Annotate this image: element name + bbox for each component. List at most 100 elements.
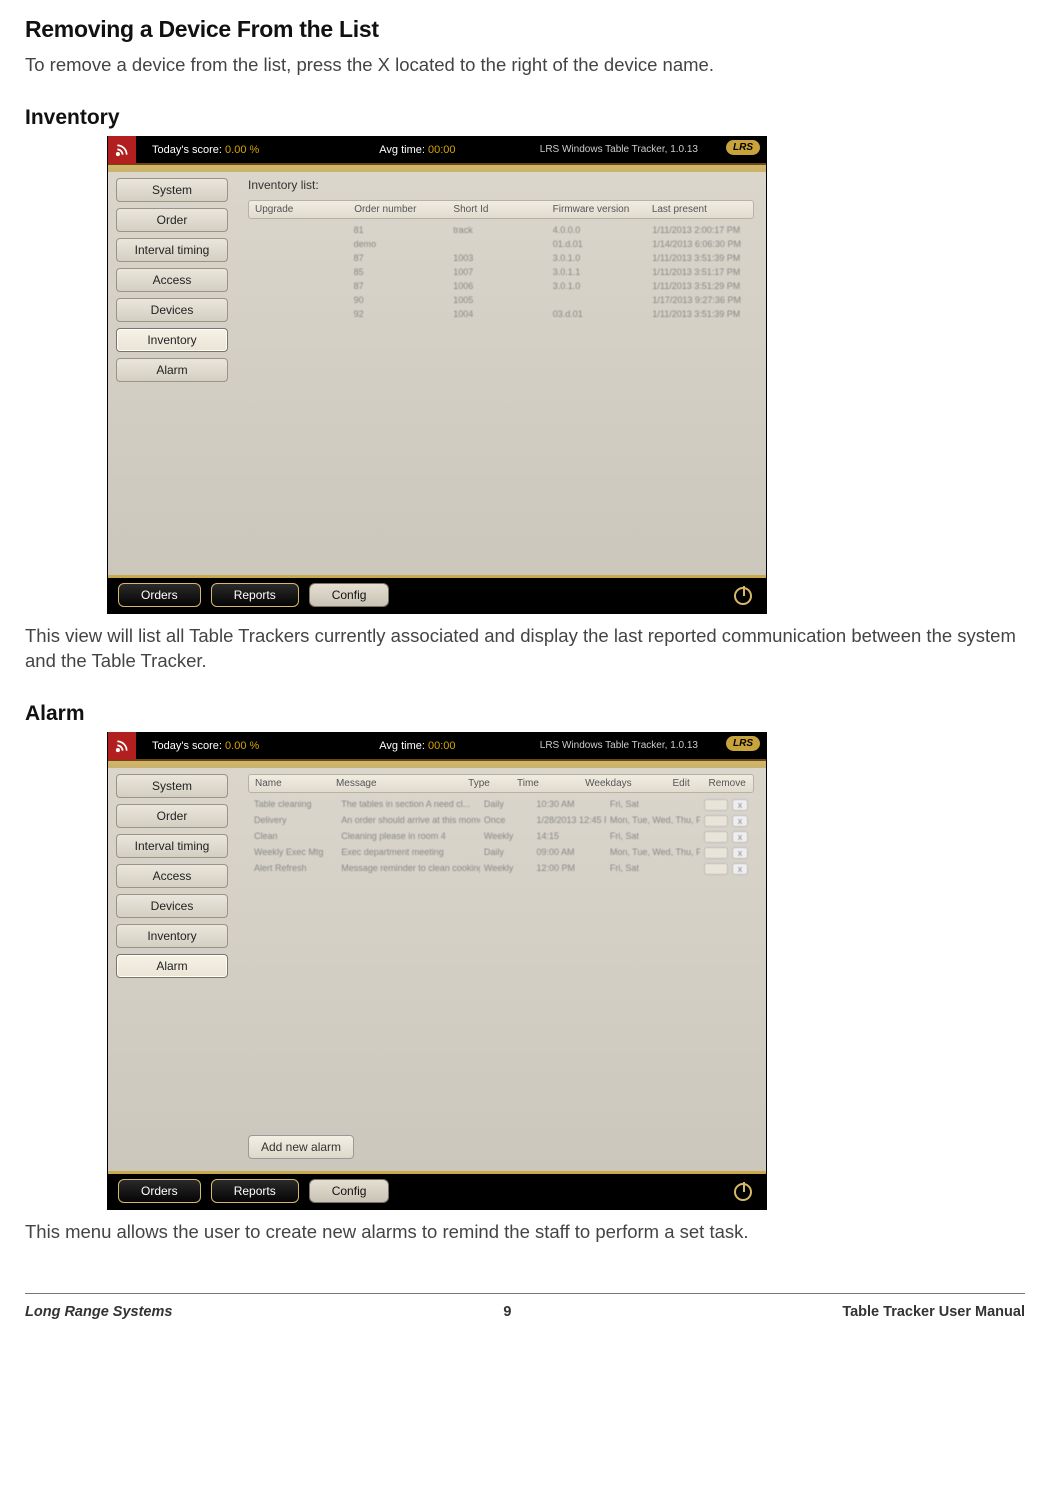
col-time: Time [517,778,581,789]
paragraph-alarm-caption: This menu allows the user to create new … [25,1220,1025,1245]
remove-button[interactable]: x [732,847,748,859]
footer-left: Long Range Systems [25,1304,172,1320]
table-row: Weekly Exec MtgExec department meetingDa… [248,845,754,861]
sidebar-item-interval-timing[interactable]: Interval timing [116,238,228,262]
content-area-alarm: Name Message Type Time Weekdays Edit Rem… [236,764,766,1171]
table-row: 8510073.0.1.11/11/2013 3:51:17 PM [248,265,754,279]
table-row: 92100403.d.011/11/2013 3:51:39 PM [248,307,754,321]
col-last-present: Last present [652,204,747,215]
edit-button[interactable] [704,847,728,859]
col-edit: Edit [672,778,704,789]
config-button[interactable]: Config [309,1179,390,1203]
sidebar-item-order[interactable]: Order [116,804,228,828]
avg-label: Avg time: 00:00 [379,740,455,752]
reports-button[interactable]: Reports [211,1179,299,1203]
table-row: DeliveryAn order should arrive at this m… [248,813,754,829]
heading-removing-device: Removing a Device From the List [25,16,1025,43]
col-remove: Remove [709,778,747,789]
inventory-header: Upgrade Order number Short Id Firmware v… [248,200,754,219]
config-button[interactable]: Config [309,583,390,607]
col-weekdays: Weekdays [585,778,668,789]
sidebar-item-interval-timing[interactable]: Interval timing [116,834,228,858]
app-bottombar-alarm: Orders Reports Config [108,1171,766,1209]
power-icon[interactable] [734,1183,752,1201]
sidebar-item-inventory[interactable]: Inventory [116,328,228,352]
screenshot-alarm: Today's score: 0.00 % Avg time: 00:00 LR… [107,732,767,1210]
inventory-list-label: Inventory list: [248,178,754,192]
lrs-logo: LRS [726,736,760,751]
avg-label-text: Avg time: [379,740,425,752]
remove-button[interactable]: x [732,799,748,811]
alarm-header: Name Message Type Time Weekdays Edit Rem… [248,774,754,793]
window-title: LRS Windows Table Tracker, 1.0.13 [540,144,698,155]
add-new-alarm-button[interactable]: Add new alarm [248,1135,354,1159]
edit-button[interactable] [704,799,728,811]
score-label-text: Today's score: [152,144,222,156]
app-topbar-alarm: Today's score: 0.00 % Avg time: 00:00 LR… [108,733,766,761]
table-row: Alert RefreshMessage reminder to clean c… [248,861,754,877]
col-name: Name [255,778,332,789]
app-body-alarm: System Order Interval timing Access Devi… [108,761,766,1171]
remove-button[interactable]: x [732,863,748,875]
avg-label: Avg time: 00:00 [379,144,455,156]
col-firmware: Firmware version [553,204,648,215]
col-message: Message [336,778,464,789]
rss-icon [108,136,136,164]
app-bottombar: Orders Reports Config [108,575,766,613]
footer-right: Table Tracker User Manual [842,1304,1025,1320]
remove-button[interactable]: x [732,815,748,827]
score-label-text: Today's score: [152,740,222,752]
sidebar: System Order Interval timing Access Devi… [108,764,236,1171]
inventory-rows: 81track4.0.0.01/11/2013 2:00:17 PMdemo01… [248,223,754,321]
alarm-rows: Table cleaningThe tables in section A ne… [248,797,754,877]
sidebar-item-system[interactable]: System [116,774,228,798]
edit-button[interactable] [704,815,728,827]
screenshot-inventory: Today's score: 0.00 % Avg time: 00:00 LR… [107,136,767,614]
app-topbar: Today's score: 0.00 % Avg time: 00:00 LR… [108,137,766,165]
reports-button[interactable]: Reports [211,583,299,607]
sidebar-item-system[interactable]: System [116,178,228,202]
edit-button[interactable] [704,863,728,875]
remove-button[interactable]: x [732,831,748,843]
orders-button[interactable]: Orders [118,1179,201,1203]
score-label: Today's score: 0.00 % [152,740,259,752]
sidebar-item-devices[interactable]: Devices [116,894,228,918]
heading-inventory: Inventory [25,106,1025,130]
table-row: Table cleaningThe tables in section A ne… [248,797,754,813]
paragraph-inventory-caption: This view will list all Table Trackers c… [25,624,1025,674]
sidebar-item-access[interactable]: Access [116,268,228,292]
heading-alarm: Alarm [25,702,1025,726]
table-row: 8710063.0.1.01/11/2013 3:51:29 PM [248,279,754,293]
page-footer: Long Range Systems 9 Table Tracker User … [25,1293,1025,1340]
score-value: 0.00 % [225,144,259,156]
sidebar-item-order[interactable]: Order [116,208,228,232]
window-title: LRS Windows Table Tracker, 1.0.13 [540,740,698,751]
table-row: demo01.d.011/14/2013 6:06:30 PM [248,237,754,251]
score-value: 0.00 % [225,740,259,752]
content-area: Inventory list: Upgrade Order number Sho… [236,168,766,575]
col-type: Type [468,778,513,789]
avg-value: 00:00 [428,740,456,752]
orders-button[interactable]: Orders [118,583,201,607]
table-row: 8710033.0.1.01/11/2013 3:51:39 PM [248,251,754,265]
sidebar-item-alarm[interactable]: Alarm [116,358,228,382]
avg-label-text: Avg time: [379,144,425,156]
app-body: System Order Interval timing Access Devi… [108,165,766,575]
sidebar-item-inventory[interactable]: Inventory [116,924,228,948]
sidebar: System Order Interval timing Access Devi… [108,168,236,575]
paragraph-removing-device: To remove a device from the list, press … [25,53,1025,78]
edit-button[interactable] [704,831,728,843]
score-label: Today's score: 0.00 % [152,144,259,156]
col-short-id: Short Id [453,204,548,215]
sidebar-item-access[interactable]: Access [116,864,228,888]
power-icon[interactable] [734,587,752,605]
sidebar-item-devices[interactable]: Devices [116,298,228,322]
table-row: 9010051/17/2013 9:27:36 PM [248,293,754,307]
rss-icon [108,732,136,760]
footer-page-number: 9 [503,1304,511,1320]
table-row: CleanCleaning please in room 4Weekly14:1… [248,829,754,845]
table-row: 81track4.0.0.01/11/2013 2:00:17 PM [248,223,754,237]
sidebar-item-alarm[interactable]: Alarm [116,954,228,978]
col-upgrade: Upgrade [255,204,350,215]
avg-value: 00:00 [428,144,456,156]
